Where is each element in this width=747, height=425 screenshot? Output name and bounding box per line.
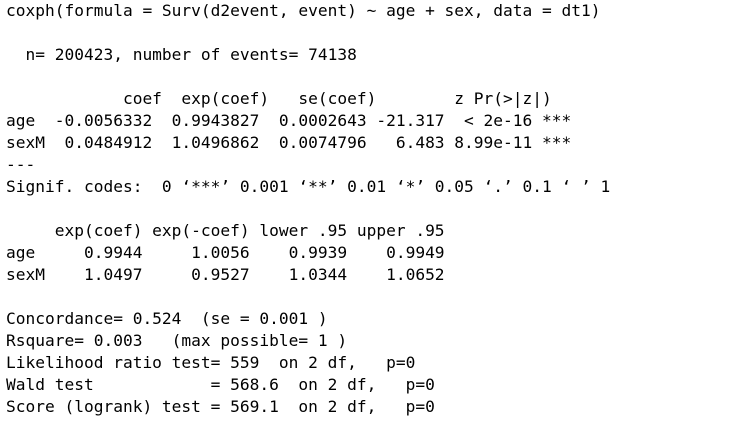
ci-row-sexm: sexM 1.0497 0.9527 1.0344 1.0652 [6, 265, 445, 284]
concordance-line: Concordance= 0.524 (se = 0.001 ) [6, 309, 328, 328]
separator-line: --- [6, 155, 36, 174]
signif-codes-line: Signif. codes: 0 ‘***’ 0.001 ‘**’ 0.01 ‘… [6, 177, 611, 196]
sample-size-line: n= 200423, number of events= 74138 [6, 45, 357, 64]
wald-test-line: Wald test = 568.6 on 2 df, p=0 [6, 375, 435, 394]
r-console-output: coxph(formula = Surv(d2event, event) ~ a… [6, 0, 744, 425]
ci-table-header: exp(coef) exp(-coef) lower .95 upper .95 [6, 221, 445, 240]
rsquare-line: Rsquare= 0.003 (max possible= 1 ) [6, 331, 348, 350]
ci-row-age: age 0.9944 1.0056 0.9939 0.9949 [6, 243, 445, 262]
coef-row-sexm: sexM 0.0484912 1.0496862 0.0074796 6.483… [6, 133, 572, 152]
likelihood-ratio-line: Likelihood ratio test= 559 on 2 df, p=0 [6, 353, 416, 372]
coef-table-header: coef exp(coef) se(coef) z Pr(>|z|) [6, 89, 552, 108]
score-test-line: Score (logrank) test = 569.1 on 2 df, p=… [6, 397, 435, 416]
model-call-line: coxph(formula = Surv(d2event, event) ~ a… [6, 1, 601, 20]
coef-row-age: age -0.0056332 0.9943827 0.0002643 -21.3… [6, 111, 572, 130]
